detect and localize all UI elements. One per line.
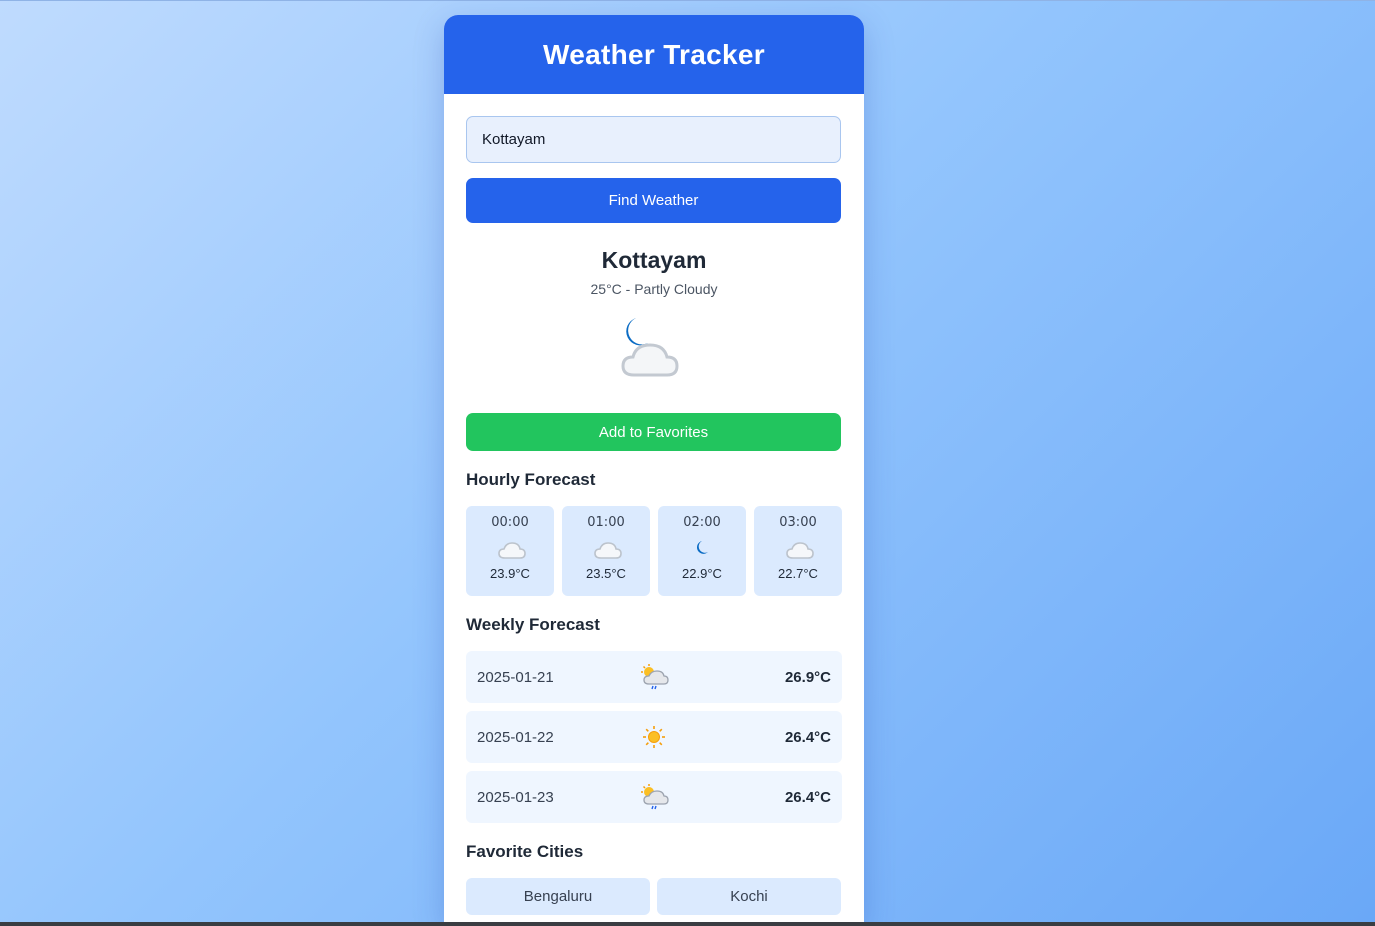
favorite-city-button-bengaluru[interactable]: Bengaluru [466, 878, 650, 915]
sun-cloud-rain-icon [641, 664, 669, 690]
card-body: Find Weather Kottayam 25°C - Partly Clou… [444, 94, 864, 915]
weekly-forecast-row: 2025-01-21 26.9°C [466, 651, 842, 703]
app-title: Weather Tracker [543, 38, 765, 70]
app-header: Weather Tracker [444, 15, 864, 94]
weekly-forecast-row: 2025-01-23 26.4°C [466, 771, 842, 823]
weekly-forecast-list: 2025-01-21 26.9°C 2025-01-22 26.4°C 2025… [466, 651, 842, 823]
window-top-edge [0, 0, 1375, 1]
partly-cloudy-night-icon [786, 535, 814, 559]
hour-temperature: 22.7°C [778, 566, 818, 581]
favorite-city-button-kochi[interactable]: Kochi [657, 878, 841, 915]
current-condition: 25°C - Partly Cloudy [590, 281, 718, 297]
sun-icon [643, 726, 665, 748]
hourly-forecast-item: 00:00 23.9°C [466, 506, 554, 596]
current-city-name: Kottayam [601, 247, 707, 273]
hour-temperature: 22.9°C [682, 566, 722, 581]
forecast-temperature: 26.9°C [784, 668, 831, 686]
hourly-forecast-list: 00:00 23.9°C 01:00 23.5°C 02:00 22.9°C 0… [466, 506, 842, 596]
hour-temperature: 23.5°C [586, 566, 626, 581]
hourly-forecast-item: 03:00 22.7°C [754, 506, 842, 596]
forecast-temperature: 26.4°C [784, 788, 831, 806]
partly-cloudy-night-icon [594, 535, 622, 559]
partly-cloudy-night-icon [621, 318, 679, 377]
hour-time: 00:00 [491, 515, 529, 530]
city-search-input[interactable] [466, 116, 841, 163]
hourly-forecast-title: Hourly Forecast [466, 470, 596, 489]
hour-time: 03:00 [779, 515, 817, 530]
forecast-date: 2025-01-23 [477, 788, 554, 806]
sun-cloud-rain-icon [641, 784, 669, 810]
partly-cloudy-night-icon [498, 535, 526, 559]
current-weather: Kottayam 25°C - Partly Cloudy [466, 247, 842, 389]
forecast-date: 2025-01-22 [477, 728, 554, 746]
forecast-date: 2025-01-21 [477, 668, 554, 686]
find-weather-button[interactable]: Find Weather [466, 178, 841, 223]
hourly-forecast-item: 02:00 22.9°C [658, 506, 746, 596]
taskbar-edge [0, 922, 1375, 926]
hour-time: 01:00 [587, 515, 625, 530]
hour-time: 02:00 [683, 515, 721, 530]
forecast-temperature: 26.4°C [784, 728, 831, 746]
clear-night-icon [696, 541, 708, 554]
weekly-forecast-row: 2025-01-22 26.4°C [466, 711, 842, 763]
weather-card: Weather Tracker Find Weather Kottayam 25… [444, 15, 864, 922]
add-to-favorites-button[interactable]: Add to Favorites [466, 413, 841, 451]
hour-temperature: 23.9°C [490, 566, 530, 581]
favorite-cities-list: Bengaluru Kochi [466, 878, 842, 915]
hourly-forecast-item: 01:00 23.5°C [562, 506, 650, 596]
favorite-cities-title: Favorite Cities [466, 842, 584, 861]
weekly-forecast-title: Weekly Forecast [466, 615, 600, 634]
